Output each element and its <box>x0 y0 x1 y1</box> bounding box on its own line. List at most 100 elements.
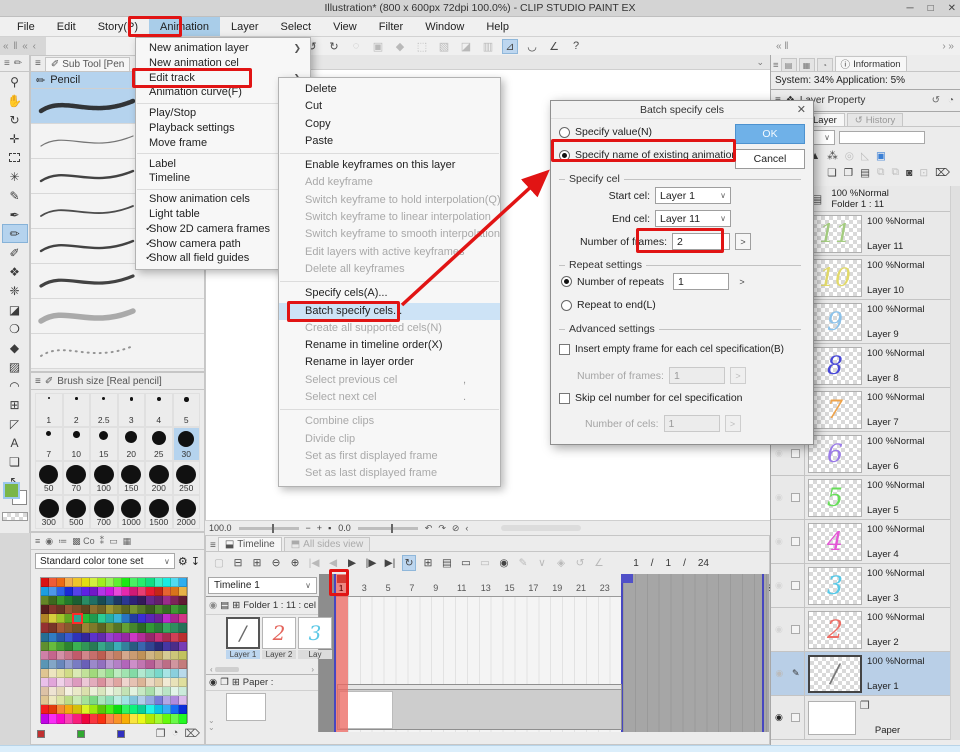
color-swatch[interactable] <box>82 687 90 696</box>
layer-thumbnail[interactable]: 10 <box>808 259 862 297</box>
color-swatch[interactable] <box>179 642 187 651</box>
brush-size-1000[interactable]: 1000 <box>118 495 146 529</box>
paper-thumbnail[interactable] <box>226 693 266 721</box>
color-swatch[interactable] <box>138 669 146 678</box>
ok-button[interactable]: OK <box>735 124 805 144</box>
color-swatch[interactable] <box>155 605 163 614</box>
go-to-last-frame-icon[interactable]: ▶| <box>383 555 397 571</box>
canvas-scrollbar[interactable] <box>501 525 581 531</box>
layer-row-layer-2[interactable]: ◉2100 %NormalLayer 2 <box>771 608 951 652</box>
brush-size-15[interactable]: 15 <box>90 427 118 461</box>
color-swatch[interactable] <box>106 614 114 623</box>
color-swatch[interactable] <box>41 633 49 642</box>
color-swatch[interactable] <box>122 623 130 632</box>
color-swatch[interactable] <box>122 660 130 669</box>
color-swatch[interactable] <box>155 614 163 623</box>
color-swatch[interactable] <box>171 605 179 614</box>
color-swatch[interactable] <box>41 623 49 632</box>
color-swatch[interactable] <box>90 696 98 705</box>
tool-palette-header[interactable]: ≡✏ <box>0 55 29 72</box>
brush-size-150[interactable]: 150 <box>118 461 146 495</box>
color-swatch[interactable] <box>171 596 179 605</box>
copy-swatch-icon[interactable]: ❐ <box>156 727 166 740</box>
layer-thumbnail[interactable]: 11 <box>808 215 862 253</box>
next-frame-icon[interactable]: |▶ <box>364 555 378 571</box>
color-swatch[interactable] <box>130 578 138 587</box>
layer-row-paper[interactable]: ◉❐Paper <box>771 696 951 740</box>
cancel-button[interactable]: Cancel <box>735 149 805 169</box>
color-swatch[interactable] <box>49 714 57 723</box>
color-swatch[interactable] <box>82 633 90 642</box>
color-set-tab-icon[interactable]: ▩ Co <box>72 536 95 547</box>
color-swatch[interactable] <box>114 705 122 714</box>
specify-cels-icon[interactable]: ▭ <box>459 555 473 571</box>
layer-gutter[interactable]: ◉ <box>771 520 805 563</box>
menu-edit[interactable]: Edit <box>46 17 87 36</box>
color-swatch[interactable] <box>90 605 98 614</box>
navigator-tab-icon[interactable]: ▤ <box>781 58 797 71</box>
color-wheel-tab-icon[interactable]: ◉ <box>45 536 53 547</box>
color-swatch[interactable] <box>49 587 57 596</box>
color-swatch[interactable] <box>73 696 81 705</box>
paper-clip-bar[interactable] <box>337 684 622 730</box>
brush-size-25[interactable]: 25 <box>145 427 173 461</box>
color-swatch[interactable] <box>155 660 163 669</box>
color-swatch[interactable] <box>73 578 81 587</box>
layer-gutter[interactable]: ◉ <box>771 564 805 607</box>
airbrush-tool-icon[interactable]: ❖ <box>2 262 28 281</box>
snap-to-special-ruler-icon[interactable]: ◡ <box>524 39 540 54</box>
color-swatch[interactable] <box>155 678 163 687</box>
color-swatch[interactable] <box>171 696 179 705</box>
layer-row-layer-3[interactable]: ◉3100 %NormalLayer 3 <box>771 564 951 608</box>
delete-swatch-icon[interactable]: ⌦ <box>184 727 200 740</box>
color-swatch[interactable] <box>106 578 114 587</box>
color-swatch[interactable] <box>73 678 81 687</box>
panel-menu-icon[interactable]: ≡ <box>35 536 40 546</box>
effect-icon[interactable]: ↺ <box>932 95 940 106</box>
color-swatch[interactable] <box>155 714 163 723</box>
color-swatch[interactable] <box>122 596 130 605</box>
color-swatch[interactable] <box>49 669 57 678</box>
color-swatch[interactable] <box>82 587 90 596</box>
color-swatch[interactable] <box>171 587 179 596</box>
layer-thumbnail[interactable]: 2 <box>808 611 862 649</box>
color-swatch[interactable] <box>49 605 57 614</box>
tab-all-sides-view[interactable]: ⬒ All sides view <box>284 537 370 551</box>
color-swatch[interactable] <box>138 696 146 705</box>
color-swatch[interactable] <box>82 678 90 687</box>
color-slider-tab-icon[interactable]: ≔ <box>58 536 67 547</box>
close-button[interactable]: ✕ <box>948 3 956 14</box>
color-swatch[interactable] <box>179 696 187 705</box>
figure-tool-icon[interactable]: ◠ <box>2 376 28 395</box>
color-swatch[interactable] <box>171 578 179 587</box>
zoom-out-timeline-icon[interactable]: ⊖ <box>269 555 283 571</box>
color-swatch[interactable] <box>163 596 171 605</box>
color-set-dropdown[interactable]: Standard color tone set ∨ <box>35 553 175 569</box>
color-swatch[interactable] <box>138 714 146 723</box>
color-swatch[interactable] <box>130 633 138 642</box>
delete-layer-icon[interactable]: ⌦ <box>935 167 950 179</box>
color-swatch[interactable] <box>138 651 146 660</box>
new-raster-layer-icon[interactable]: ❏ <box>827 167 836 179</box>
color-swatch[interactable] <box>41 714 49 723</box>
color-swatch[interactable] <box>155 642 163 651</box>
color-swatch[interactable] <box>41 596 49 605</box>
color-swatch[interactable] <box>57 596 65 605</box>
color-swatch[interactable] <box>73 614 81 623</box>
color-swatch[interactable] <box>163 705 171 714</box>
color-swatch[interactable] <box>98 578 106 587</box>
color-swatch[interactable] <box>163 605 171 614</box>
color-swatch[interactable] <box>98 714 106 723</box>
color-swatch[interactable] <box>179 687 187 696</box>
color-swatch[interactable] <box>90 669 98 678</box>
canvas-rotate-icon[interactable]: ⊘ <box>452 523 460 534</box>
color-swatch[interactable] <box>179 714 187 723</box>
color-swatch[interactable] <box>146 623 154 632</box>
color-swatch[interactable] <box>82 651 90 660</box>
menu-help[interactable]: Help <box>475 17 520 36</box>
rotate-canvas-tool-icon[interactable]: ↻ <box>2 110 28 129</box>
tab-history[interactable]: ↺ History <box>847 113 904 126</box>
playhead[interactable]: 1 <box>336 574 348 732</box>
brush-size-70[interactable]: 70 <box>63 461 91 495</box>
color-swatch[interactable] <box>57 687 65 696</box>
